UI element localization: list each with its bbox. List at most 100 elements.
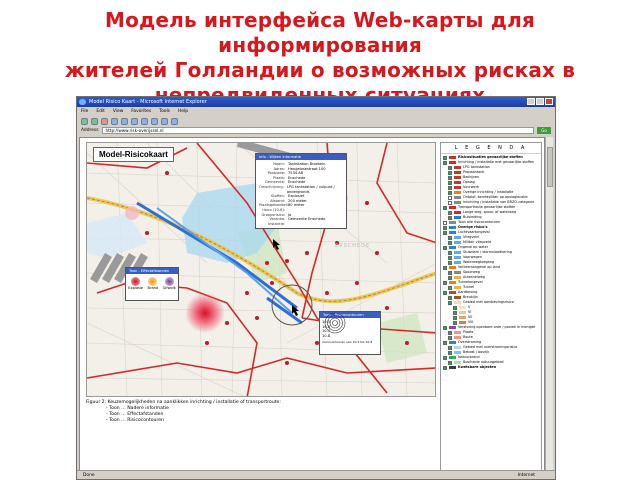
legend-checkbox[interactable] [443, 325, 447, 330]
legend-checkbox[interactable] [448, 235, 452, 240]
back-icon[interactable] [81, 117, 88, 125]
legend-checkbox[interactable] [443, 355, 447, 360]
legend-swatch [454, 216, 461, 219]
legend-checkbox[interactable] [443, 155, 447, 160]
legend-checkbox[interactable] [443, 365, 447, 370]
legend-checkbox[interactable] [448, 170, 452, 175]
legend-checkbox[interactable] [448, 165, 452, 170]
legend-checkbox[interactable] [443, 160, 447, 165]
legend-checkbox[interactable] [453, 315, 457, 320]
legend-swatch [449, 161, 456, 164]
legend-checkbox[interactable] [453, 310, 457, 315]
legend-checkbox[interactable] [443, 220, 447, 225]
legend-swatch [449, 356, 456, 359]
legend-swatch [454, 271, 461, 274]
info-row: Omschrijving: LPG tankstation / vulpunt /… [259, 184, 335, 194]
legend-swatch [454, 236, 461, 239]
legend-checkbox[interactable] [448, 255, 452, 260]
effects-popup: Toon - Effectafstanden Explosie Brand Gi… [125, 267, 179, 301]
legend-swatch [454, 261, 461, 264]
stop-icon[interactable] [101, 117, 108, 125]
legend-checkbox[interactable] [443, 340, 447, 345]
legend-checkbox[interactable] [448, 210, 452, 215]
search-icon[interactable] [131, 117, 138, 125]
legend-swatch [449, 366, 456, 369]
legend-checkbox[interactable] [448, 250, 452, 255]
close-button[interactable] [545, 98, 553, 105]
address-bar: Address http://www.risk-overijssel.nl Go [77, 126, 555, 135]
minimize-button[interactable] [527, 98, 535, 105]
legend-checkbox[interactable] [448, 295, 452, 300]
legend-swatch [454, 276, 461, 279]
contour-note: risicocontouren van 10-5 tot 10-8 [322, 340, 373, 345]
legend-checkbox[interactable] [448, 215, 452, 220]
legend-item[interactable]: Verstoring openbare orde / paniek in men… [443, 325, 539, 330]
legend-item[interactable]: Kwetsbare objecten [443, 365, 539, 370]
legend-checkbox[interactable] [448, 180, 452, 185]
legend-checkbox[interactable] [453, 305, 457, 310]
menu-help[interactable]: Help [178, 107, 188, 116]
legend-checkbox[interactable] [443, 265, 447, 270]
mail-icon[interactable] [161, 117, 168, 125]
ie-logo-icon [79, 99, 86, 105]
legend-checkbox[interactable] [453, 320, 457, 325]
legend-checkbox[interactable] [448, 240, 452, 245]
legend-checkbox[interactable] [448, 270, 452, 275]
legend-checkbox[interactable] [448, 275, 452, 280]
window-titlebar[interactable]: Model Risico Kaart - Microsoft Internet … [77, 97, 555, 107]
maximize-button[interactable] [536, 98, 544, 105]
print-icon[interactable] [171, 117, 178, 125]
legend-checkbox[interactable] [443, 290, 447, 295]
scrollbar-thumb[interactable] [547, 147, 553, 187]
legend-checkbox[interactable] [443, 280, 447, 285]
legend-checkbox[interactable] [448, 200, 452, 205]
effect-explosion[interactable]: Explosie [128, 277, 143, 291]
legend-checkbox[interactable] [448, 350, 452, 355]
legend-swatch [449, 326, 456, 329]
legend-swatch [454, 196, 461, 199]
menu-edit[interactable]: Edit [96, 107, 105, 116]
legend-checkbox[interactable] [448, 190, 452, 195]
legend-swatch [454, 346, 461, 349]
effect-fire[interactable]: Brand [148, 277, 158, 291]
legend-checkbox[interactable] [443, 205, 447, 210]
legend-label: Kwetsbare objecten [458, 365, 497, 369]
legend-checkbox[interactable] [443, 230, 447, 235]
legend-checkbox[interactable] [443, 245, 447, 250]
legend-checkbox[interactable] [448, 175, 452, 180]
menu-file[interactable]: File [81, 107, 88, 116]
legend-checkbox[interactable] [443, 225, 447, 230]
address-input[interactable]: http://www.risk-overijssel.nl [101, 127, 534, 134]
menu-view[interactable]: View [113, 107, 123, 116]
legend-swatch [449, 206, 456, 209]
refresh-icon[interactable] [111, 117, 118, 125]
go-button[interactable]: Go [537, 127, 551, 134]
info-popup: Info - Wijken informatie Naam: Tankstatio… [255, 153, 347, 230]
legend-checkbox[interactable] [448, 185, 452, 190]
history-icon[interactable] [151, 117, 158, 125]
home-icon[interactable] [121, 117, 128, 125]
legend-checkbox[interactable] [448, 360, 452, 365]
legend-checkbox[interactable] [448, 285, 452, 290]
legend-swatch [454, 251, 461, 254]
menu-tools[interactable]: Tools [159, 107, 170, 116]
map-place-label: EVSCHEDE [335, 243, 371, 249]
forward-icon[interactable] [91, 117, 98, 125]
risk-map[interactable]: Model-Risicokaart EVSCHEDE Info - Wijken… [86, 142, 436, 397]
legend-checkbox[interactable] [448, 335, 452, 340]
legend-checkbox[interactable] [448, 330, 452, 335]
effect-toxic-cloud[interactable]: Gifwolk [163, 277, 176, 291]
legend-checkbox[interactable] [448, 300, 452, 305]
legend-checkbox[interactable] [448, 195, 452, 200]
legend-swatch [459, 321, 466, 324]
legend-item[interactable]: Inrichting / installatie met gevaarlijke… [443, 160, 539, 165]
legend-checkbox[interactable] [448, 345, 452, 350]
favorites-icon[interactable] [141, 117, 148, 125]
legend-checkbox[interactable] [448, 260, 452, 265]
vertical-scrollbar[interactable] [545, 137, 553, 472]
legend-title: L E G E N D A [441, 143, 541, 154]
map-title: Model-Risicokaart [93, 147, 174, 162]
legend-swatch [454, 191, 461, 194]
contour-item[interactable]: 10-8 [322, 334, 348, 339]
menu-favorites[interactable]: Favorites [131, 107, 151, 116]
